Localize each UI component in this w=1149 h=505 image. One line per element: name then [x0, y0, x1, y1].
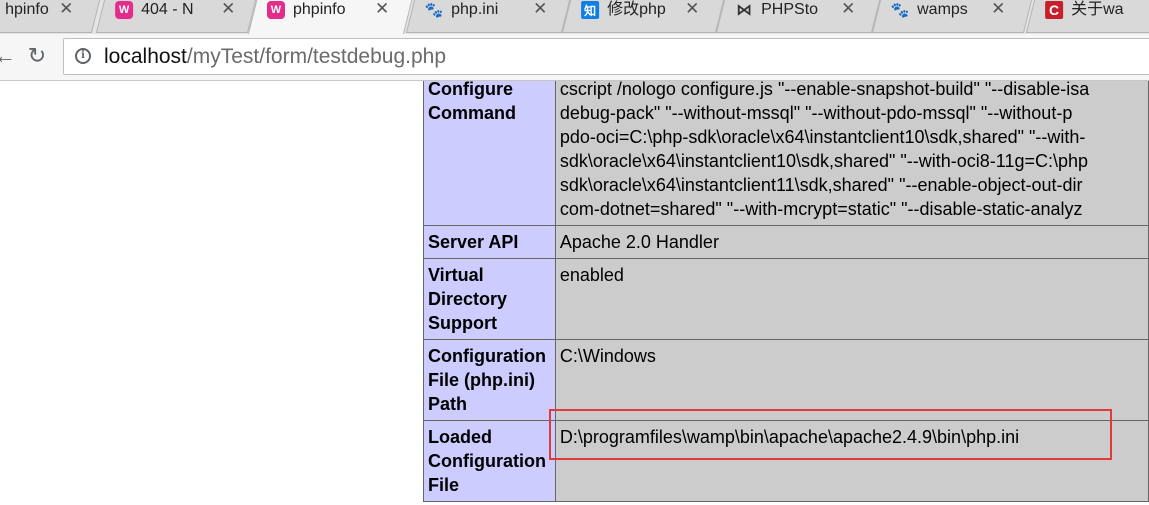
tab-hpinfo[interactable]: hpinfo ✕	[0, 0, 101, 33]
address-bar[interactable]: i localhost/myTest/form/testdebug.php	[63, 38, 1149, 75]
zhihu-icon: 知	[581, 1, 600, 19]
url-host: localhost	[104, 45, 187, 68]
close-icon[interactable]: ✕	[375, 0, 389, 20]
tab-title: PHPSto	[761, 1, 819, 18]
value-line: C:\Windows	[559, 346, 656, 366]
tab-title: 修改php	[607, 1, 666, 18]
tab-modify-php[interactable]: 知 修改php ✕	[561, 0, 725, 33]
row-value: cscript /nologo configure.js "--enable-s…	[554, 81, 1149, 226]
row-label: Configure Command	[423, 81, 556, 226]
value-line: sdk\oracle\x64\instantclient11\sdk,share…	[559, 175, 1083, 195]
row-value: enabled	[554, 258, 1149, 340]
value-line: pdo-oci=C:\php-sdk\oracle\x64\instantcli…	[559, 127, 1086, 147]
row-value: D:\programfiles\wamp\bin\apache\apache2.…	[554, 420, 1149, 502]
baidu-paw-icon: 🐾	[890, 2, 910, 19]
table-row: Virtual Directory Support enabled	[423, 258, 1149, 340]
csdn-icon: C	[1045, 1, 1064, 19]
browser-toolbar: ← ↻ i localhost/myTest/form/testdebug.ph…	[0, 34, 1149, 81]
info-icon[interactable]: i	[75, 48, 91, 64]
tab-title: hpinfo	[5, 1, 49, 18]
phpstorm-icon: ⋈	[736, 2, 753, 19]
row-label: Server API	[423, 225, 556, 259]
row-value: Apache 2.0 Handler	[554, 225, 1149, 259]
tab-404[interactable]: W 404 - N ✕	[95, 0, 257, 33]
value-line: D:\programfiles\wamp\bin\apache\apache2.…	[559, 427, 1020, 447]
close-icon[interactable]: ✕	[221, 0, 235, 20]
url-text[interactable]: localhost/myTest/form/testdebug.php	[104, 39, 446, 74]
tab-title: 404 - N	[141, 1, 194, 18]
close-icon[interactable]: ✕	[533, 0, 547, 20]
row-label: Configuration File (php.ini) Path	[423, 339, 556, 421]
tab-strip: hpinfo ✕ W 404 - N ✕ W phpinfo ✕ 🐾 php.i…	[0, 0, 1149, 35]
baidu-paw-icon: 🐾	[424, 2, 444, 19]
value-line: cscript /nologo configure.js "--enable-s…	[559, 81, 1090, 99]
tab-about-wamp[interactable]: C 关于wa	[1025, 0, 1149, 33]
tab-title: phpinfo	[293, 1, 346, 18]
table-row: Loaded Configuration File D:\programfile…	[423, 420, 1149, 502]
tab-title: 关于wa	[1071, 1, 1124, 18]
back-arrow-icon[interactable]: ←	[0, 43, 18, 69]
row-label: Virtual Directory Support	[423, 258, 556, 340]
close-icon[interactable]: ✕	[841, 0, 855, 20]
wampserver-icon: W	[267, 1, 285, 19]
page-content: Configure Command cscript /nologo config…	[0, 81, 1149, 505]
tab-php-ini[interactable]: 🐾 php.ini ✕	[405, 0, 571, 33]
tab-phpinfo-active[interactable]: W phpinfo ✕	[247, 0, 413, 34]
value-line: enabled	[559, 265, 624, 285]
wampserver-icon: W	[115, 1, 134, 19]
tab-title: php.ini	[451, 1, 499, 18]
close-icon[interactable]: ✕	[59, 0, 73, 20]
value-line: debug-pack" "--without-mssql" "--without…	[559, 103, 1073, 123]
reload-icon[interactable]: ↻	[24, 43, 50, 69]
value-line: Apache 2.0 Handler	[559, 232, 719, 252]
table-row: Configuration File (php.ini) Path C:\Win…	[423, 339, 1149, 421]
tab-phpstorm[interactable]: ⋈ PHPSto ✕	[715, 0, 881, 33]
tab-wamps[interactable]: 🐾 wamps ✕	[871, 0, 1033, 33]
value-line: sdk\oracle\x64\instantclient10\sdk,share…	[559, 151, 1089, 171]
row-value: C:\Windows	[554, 339, 1149, 421]
phpinfo-table: Configure Command cscript /nologo config…	[423, 81, 1149, 502]
url-path: /myTest/form/testdebug.php	[186, 45, 447, 68]
table-row: Configure Command cscript /nologo config…	[423, 81, 1149, 226]
tab-title: wamps	[917, 1, 968, 18]
row-label: Loaded Configuration File	[423, 420, 556, 502]
value-line: com-dotnet=shared" "--with-mcrypt=static…	[559, 199, 1083, 219]
close-icon[interactable]: ✕	[685, 0, 699, 20]
close-icon[interactable]: ✕	[991, 0, 1005, 20]
table-row: Server API Apache 2.0 Handler	[423, 225, 1149, 259]
